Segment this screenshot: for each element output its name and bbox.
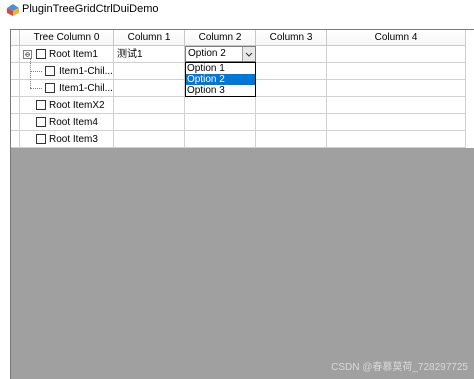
column-header-4[interactable]: Column 4 xyxy=(327,30,466,46)
tree-connector xyxy=(30,58,31,88)
row-checkbox[interactable] xyxy=(36,100,46,110)
grid-line xyxy=(326,46,327,148)
column-header-2[interactable]: Column 2 xyxy=(185,30,256,46)
row-checkbox[interactable] xyxy=(36,49,46,59)
tree-item-label[interactable]: Root Item4 xyxy=(49,117,98,129)
grid-line xyxy=(465,30,466,148)
title-bar: PluginTreeGridCtrlDuiDemo xyxy=(0,0,474,20)
grid-right-edge xyxy=(466,30,474,148)
cell-text[interactable]: 测试1 xyxy=(117,49,143,61)
tree-item-label[interactable]: Item1-Chil... xyxy=(59,83,113,95)
grid-line xyxy=(11,113,466,114)
grid-line xyxy=(113,46,114,148)
dropdown-button[interactable] xyxy=(242,47,255,61)
row-checkbox[interactable] xyxy=(45,83,55,93)
dropdown-option[interactable]: Option 1 xyxy=(186,63,255,74)
grid-line xyxy=(11,130,466,131)
row-header-corner xyxy=(11,30,20,46)
tree-item-label[interactable]: Root ItemX2 xyxy=(49,100,105,112)
column-header-tree-0[interactable]: Tree Column 0 xyxy=(20,30,114,46)
column-header-3[interactable]: Column 3 xyxy=(256,30,327,46)
grid-line xyxy=(19,46,20,148)
chevron-down-icon xyxy=(245,52,253,57)
combo-dropdown-list[interactable]: Option 1 Option 2 Option 3 xyxy=(185,62,256,97)
app-icon xyxy=(7,4,19,16)
app-window: PluginTreeGridCtrlDuiDemo Tree Column 0 … xyxy=(0,0,474,379)
row-checkbox[interactable] xyxy=(36,134,46,144)
tree-connector xyxy=(30,71,42,72)
collapse-icon[interactable]: ⊖ xyxy=(23,50,32,59)
dropdown-option-selected[interactable]: Option 2 xyxy=(186,74,255,85)
grid-line xyxy=(11,147,466,148)
row-checkbox[interactable] xyxy=(45,66,55,76)
tree-item-label[interactable]: Root Item3 xyxy=(49,134,98,146)
dropdown-option[interactable]: Option 3 xyxy=(186,85,255,96)
combo-value: Option 2 xyxy=(188,48,226,59)
row-checkbox[interactable] xyxy=(36,117,46,127)
tree-item-label[interactable]: Root Item1 xyxy=(49,49,98,61)
tree-item-label[interactable]: Item1-Chil... xyxy=(59,66,113,78)
tree-connector xyxy=(30,88,42,89)
watermark: CSDN @春慕莫荷_728297725 xyxy=(331,362,468,373)
option-combo[interactable]: Option 2 xyxy=(185,46,256,62)
column-header-1[interactable]: Column 1 xyxy=(114,30,185,46)
window-title: PluginTreeGridCtrlDuiDemo xyxy=(22,3,159,15)
